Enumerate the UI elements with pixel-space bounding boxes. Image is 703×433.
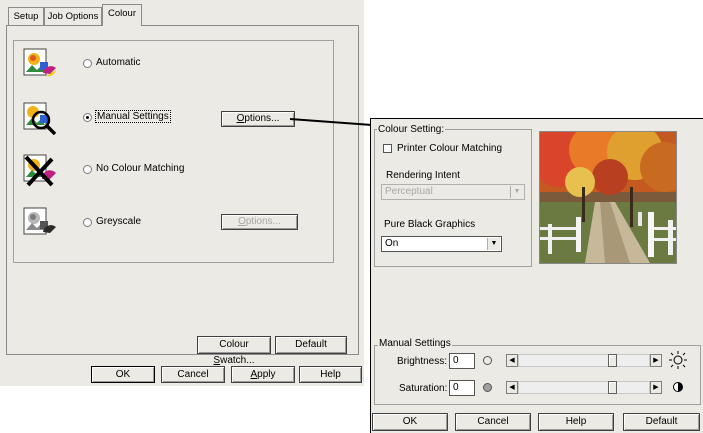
- grey-circle-icon: [483, 383, 492, 392]
- saturation-slider[interactable]: [518, 381, 650, 394]
- sun-icon: [668, 350, 688, 370]
- pure-black-graphics-label: Pure Black Graphics: [384, 219, 476, 230]
- saturation-label: Saturation:: [399, 383, 448, 394]
- printer-colour-matching-label: Printer Colour Matching: [397, 143, 503, 154]
- pure-black-graphics-value: On: [385, 238, 399, 249]
- options-cancel-button[interactable]: Cancel: [455, 413, 531, 431]
- brightness-increase-button[interactable]: ▶: [650, 354, 662, 367]
- brightness-input[interactable]: 0: [449, 353, 475, 369]
- chevron-down-icon: ▼: [510, 186, 523, 198]
- printer-colour-matching-checkbox[interactable]: [383, 144, 392, 153]
- saturation-input[interactable]: 0: [449, 380, 475, 396]
- tab-colour[interactable]: Colour: [102, 4, 142, 26]
- brightness-label: Brightness:: [397, 356, 448, 367]
- rendering-intent-value: Perceptual: [385, 186, 433, 197]
- colour-setting-label: Colour Setting:: [377, 124, 446, 135]
- autumn-lane-photo: [539, 131, 677, 264]
- chevron-down-icon: ▼: [487, 238, 500, 250]
- circle-outline-icon: [483, 356, 492, 365]
- pure-black-graphics-select[interactable]: On ▼: [381, 236, 502, 252]
- brightness-slider[interactable]: [518, 354, 650, 367]
- colour-options-dialog: Colour Setting: Printer Colour Matching …: [370, 118, 703, 433]
- saturation-increase-button[interactable]: ▶: [650, 381, 662, 394]
- rendering-intent-label: Rendering Intent: [386, 170, 460, 181]
- options-ok-button[interactable]: OK: [372, 413, 448, 431]
- saturation-slider-thumb[interactable]: [608, 381, 617, 394]
- options-help-button[interactable]: Help: [538, 413, 614, 431]
- rendering-intent-select[interactable]: Perceptual ▼: [381, 184, 525, 200]
- options-default-button[interactable]: Default: [623, 413, 700, 431]
- brightness-decrease-button[interactable]: ◀: [506, 354, 518, 367]
- brightness-slider-thumb[interactable]: [608, 354, 617, 367]
- manual-settings-group-label: Manual Settings: [378, 338, 452, 349]
- half-circle-icon: [673, 382, 683, 392]
- saturation-decrease-button[interactable]: ◀: [506, 381, 518, 394]
